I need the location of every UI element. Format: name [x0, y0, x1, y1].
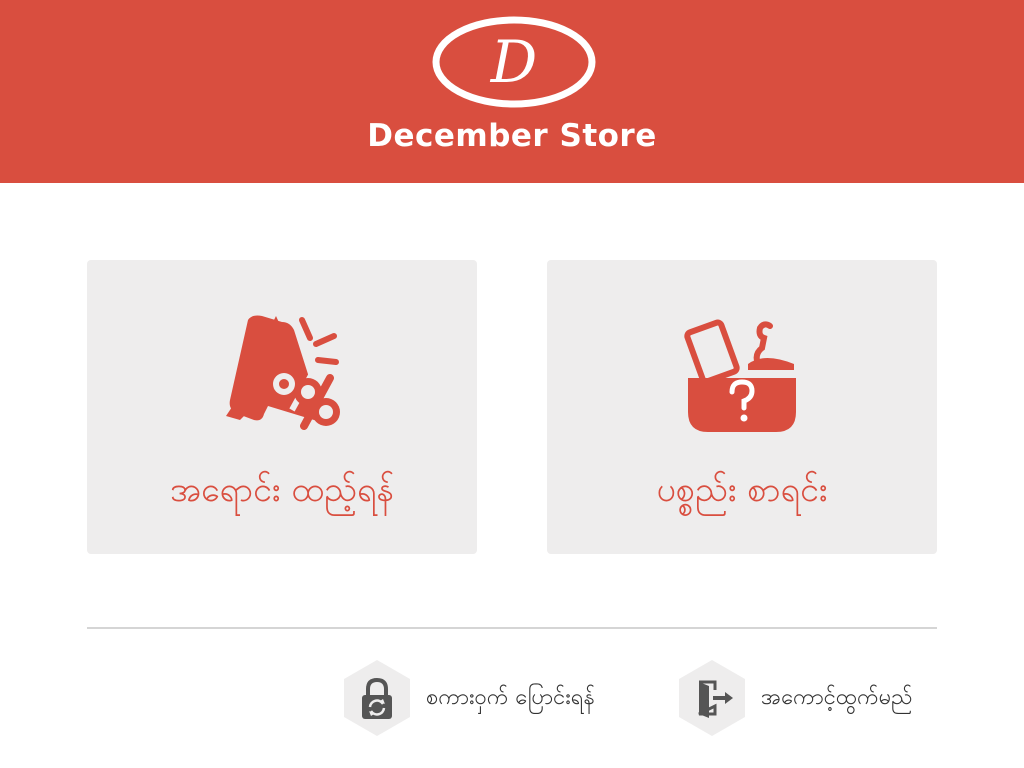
store-title: December Store [367, 118, 657, 154]
app-header: D December Store [0, 0, 1024, 183]
shopping-basket-question-icon [684, 319, 796, 432]
megaphone-percent-icon [226, 315, 340, 430]
divider [87, 627, 937, 629]
lock-refresh-icon [344, 660, 410, 736]
add-sale-card[interactable]: အရောင်း ထည့်ရန် [87, 260, 477, 554]
logo-letter: D [490, 28, 538, 96]
logout-label: အကောင့်ထွက်မည် [761, 685, 913, 710]
change-password-label: စကားဝှက် ပြောင်းရန် [426, 685, 595, 710]
item-list-label: ပစ္စည်း စာရင်း [656, 470, 828, 510]
item-list-card[interactable]: ပစ္စည်း စာရင်း [547, 260, 937, 554]
logout-door-icon [679, 660, 745, 736]
store-logo: D [432, 16, 596, 108]
change-password-button[interactable]: စကားဝှက် ပြောင်းရန် [342, 660, 632, 736]
logout-button[interactable]: အကောင့်ထွက်မည် [677, 660, 939, 736]
add-sale-label: အရောင်း ထည့်ရန် [169, 470, 395, 510]
